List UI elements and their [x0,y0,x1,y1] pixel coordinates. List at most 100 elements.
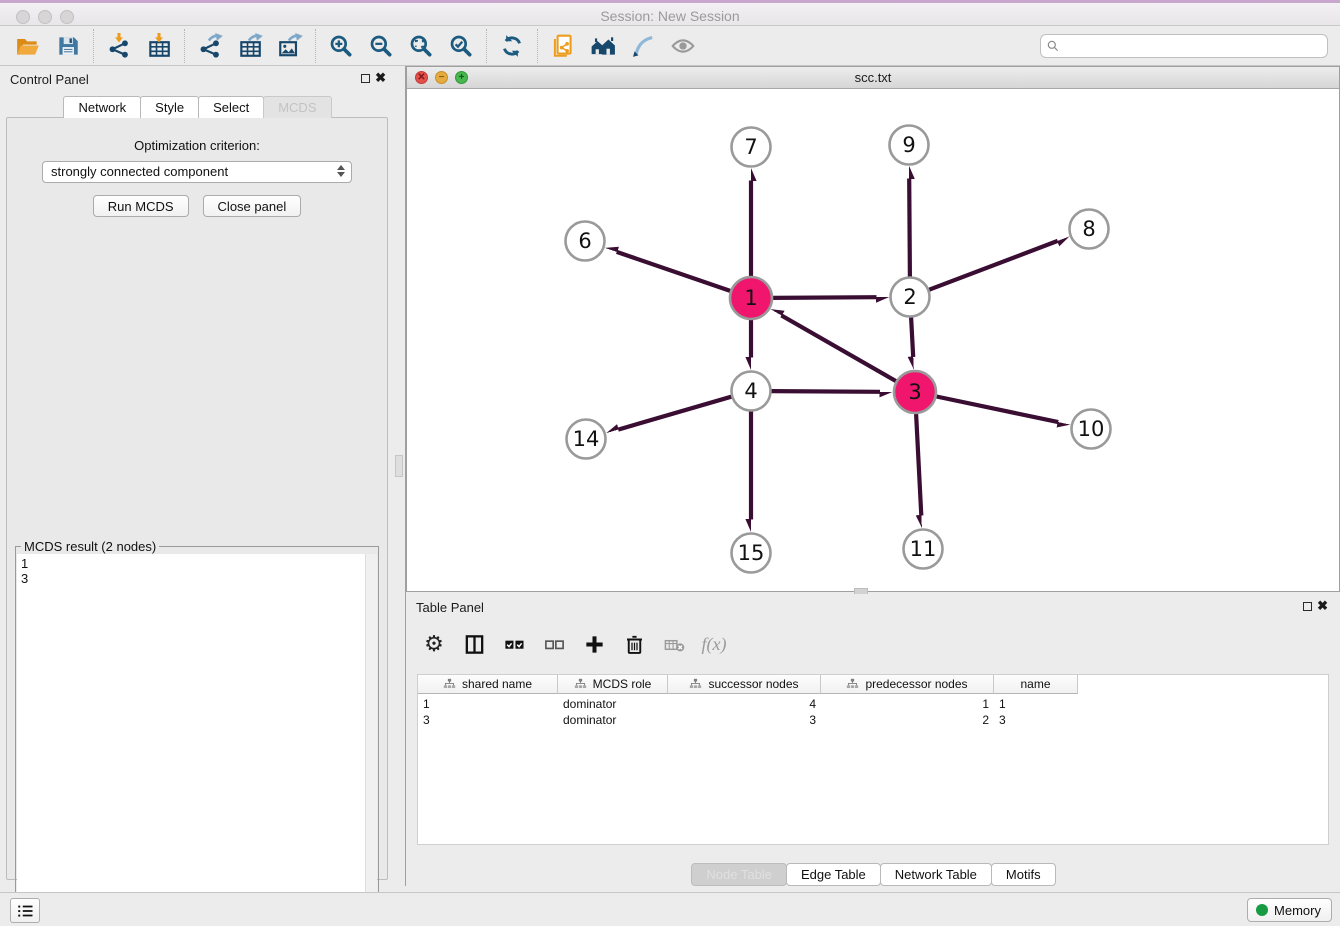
column-header-shared-name[interactable]: shared name [418,675,558,694]
table-close-panel-icon[interactable]: ✖ [1317,598,1328,614]
graph-node-14[interactable]: 14 [567,420,606,459]
node-label: 10 [1078,417,1105,441]
status-bar: Memory [0,892,1340,926]
graph-node-8[interactable]: 8 [1070,210,1109,249]
graph-node-6[interactable]: 6 [566,222,605,261]
home-icon[interactable] [583,29,623,63]
tree-icon [443,678,456,691]
graph-node-2[interactable]: 2 [891,278,930,317]
vertical-splitter-handle[interactable] [395,455,403,477]
graph-edge-3-10[interactable] [937,397,1059,423]
tab-network[interactable]: Network [63,96,141,118]
apply-style-icon[interactable] [623,29,663,63]
export-image-icon[interactable] [270,29,310,63]
zoom-selected-icon[interactable] [441,29,481,63]
node-label: 11 [910,537,937,561]
table-cell[interactable]: 3 [418,712,558,728]
criterion-select[interactable]: strongly connected component [42,161,352,183]
tab-motifs[interactable]: Motifs [991,863,1056,886]
memory-status-icon [1256,904,1268,916]
graph-node-10[interactable]: 10 [1072,410,1111,449]
graph-edge-1-2[interactable] [773,297,877,298]
zoom-in-icon[interactable] [321,29,361,63]
add-column-icon[interactable] [576,626,612,662]
table-row: 1dominator411 [418,696,1078,712]
mcds-result-text[interactable]: 1 3 [17,554,365,921]
node-label: 9 [902,133,915,157]
export-table-icon[interactable] [230,29,270,63]
column-header-MCDS-role[interactable]: MCDS role [558,675,668,694]
graph-node-15[interactable]: 15 [732,534,771,573]
unselect-all-icon[interactable] [536,626,572,662]
graph-node-11[interactable]: 11 [904,530,943,569]
refresh-icon[interactable] [492,29,532,63]
table-settings-gear-icon[interactable]: ⚙ [416,626,452,662]
task-history-button[interactable] [10,898,40,923]
export-network-icon[interactable] [190,29,230,63]
graph-edge-4-14[interactable] [618,397,731,430]
column-header-successor-nodes[interactable]: successor nodes [668,675,821,694]
function-builder-icon: f(x) [696,626,732,662]
zoom-out-icon[interactable] [361,29,401,63]
graph-node-4[interactable]: 4 [732,372,771,411]
window-titlebar: Session: New Session [0,0,1340,26]
select-all-icon[interactable] [496,626,532,662]
table-cell[interactable]: 1 [994,696,1078,712]
tab-mcds[interactable]: MCDS [263,96,331,118]
table-cell[interactable]: 4 [668,696,821,712]
float-panel-icon[interactable] [361,74,370,83]
table-cell[interactable]: 2 [821,712,994,728]
search-box [1040,34,1328,58]
vertical-splitter[interactable] [394,66,406,886]
table-cell[interactable]: dominator [558,696,668,712]
graph-edge-2-3[interactable] [911,318,913,358]
control-panel-tabs: NetworkStyleSelectMCDS [0,96,394,118]
table-cell[interactable]: dominator [558,712,668,728]
select-stepper-icon [337,165,345,177]
graph-edge-4-3[interactable] [772,391,881,392]
graph-edge-2-8[interactable] [929,241,1057,290]
close-panel-icon[interactable]: ✖ [375,70,386,86]
memory-button[interactable]: Memory [1247,898,1332,922]
delete-column-icon[interactable] [616,626,652,662]
open-file-icon[interactable] [8,29,48,63]
toolbar-separator [93,29,94,63]
table-cell[interactable]: 3 [668,712,821,728]
graph-node-7[interactable]: 7 [732,128,771,167]
graph-node-3[interactable]: 3 [894,371,936,413]
table-header-row: shared nameMCDS rolesuccessor nodesprede… [418,675,1078,694]
tab-select[interactable]: Select [198,96,264,118]
tab-network-table[interactable]: Network Table [880,863,992,886]
zoom-fit-icon[interactable] [401,29,441,63]
control-panel-header: Control Panel ✖ [0,66,394,92]
table-cell[interactable]: 3 [994,712,1078,728]
toolbar-items [8,29,703,63]
run-mcds-button[interactable]: Run MCDS [93,195,189,217]
toolbar-separator [184,29,185,63]
table-cell[interactable]: 1 [418,696,558,712]
toggle-column-icon[interactable] [456,626,492,662]
graph-edge-3-11[interactable] [916,414,921,516]
search-input[interactable] [1040,34,1328,58]
import-network-icon[interactable] [99,29,139,63]
graph-node-1[interactable]: 1 [730,277,772,319]
tab-style[interactable]: Style [140,96,199,118]
graph-node-9[interactable]: 9 [890,126,929,165]
toolbar-separator [486,29,487,63]
result-scrollbar[interactable] [365,554,377,921]
table-float-panel-icon[interactable] [1303,602,1312,611]
column-header-name[interactable]: name [994,675,1078,694]
graph-edge-1-6[interactable] [617,252,731,291]
optimization-criterion-label: Optimization criterion: [7,138,387,153]
network-file-icon[interactable] [543,29,583,63]
column-header-predecessor-nodes[interactable]: predecessor nodes [821,675,994,694]
network-canvas[interactable]: 7 9 6 8 1 2 4 3 14 10 15 11 [407,89,1339,591]
tab-node-table[interactable]: Node Table [691,863,787,886]
save-session-icon[interactable] [48,29,88,63]
close-panel-button[interactable]: Close panel [203,195,302,217]
graph-edge-3-1[interactable] [781,315,896,381]
graph-edge-2-9[interactable] [909,179,910,277]
tab-edge-table[interactable]: Edge Table [786,863,881,886]
table-cell[interactable]: 1 [821,696,994,712]
import-table-icon[interactable] [139,29,179,63]
